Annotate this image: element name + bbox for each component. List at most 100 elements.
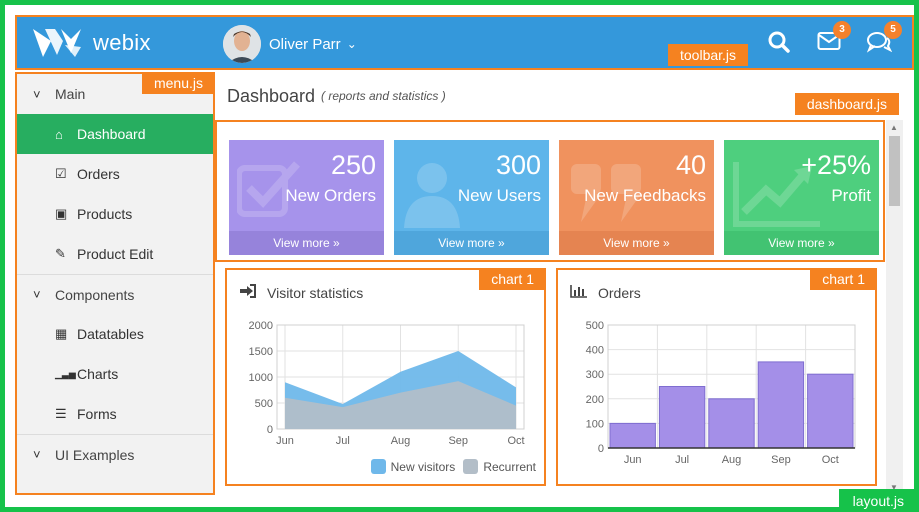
x-tick-label: Oct	[822, 454, 839, 466]
cube-icon: ▣	[55, 206, 68, 221]
legend-swatch	[463, 459, 479, 474]
layout-tag: layout.js	[838, 489, 914, 512]
sidebar-item-label: Charts	[77, 366, 119, 382]
y-tick-label: 300	[586, 369, 604, 381]
y-tick-label: 500	[255, 398, 273, 410]
y-tick-label: 1000	[249, 372, 273, 384]
chevron-down-icon: ˅	[33, 86, 41, 102]
sidebar-item-forms[interactable]: ☰ Forms	[17, 394, 213, 434]
scrollbar-thumb[interactable]	[889, 136, 900, 206]
sidebar-item-label: Components	[55, 286, 135, 303]
page-header: Dashboard ( reports and statistics ) das…	[215, 72, 914, 120]
logo[interactable]: webix	[31, 25, 151, 61]
table-icon: ▦	[55, 326, 68, 341]
toolbar: webix Oliver Parr ⌄ 3 5 toolbar.js	[15, 15, 914, 70]
view-more-link[interactable]: View more »	[394, 231, 549, 255]
scroll-up-icon[interactable]: ▲	[890, 123, 898, 132]
messages-button[interactable]: 5	[866, 21, 902, 58]
tile-value: +25%	[801, 150, 871, 180]
bar-jun	[609, 422, 656, 449]
bar-jul	[658, 386, 706, 449]
x-tick-label: Jul	[675, 454, 689, 466]
sidebar-item-components[interactable]: ˅ Components	[17, 274, 213, 314]
user-name: Oliver Parr	[269, 35, 341, 53]
y-tick-label: 100	[586, 418, 604, 430]
sidebar-item-label: Products	[77, 206, 133, 222]
sidebar-item-products[interactable]: ▣ Products	[17, 194, 213, 234]
visitor-statistics-panel: Visitor statistics chart 1 0 500 1000 1500 2…	[225, 268, 546, 486]
home-icon: ⌂	[55, 126, 63, 142]
view-more-link[interactable]: View more »	[724, 231, 879, 255]
y-tick-label: 0	[267, 424, 273, 436]
chevron-down-icon: ˅	[33, 287, 41, 302]
legend-label: Recurrent	[483, 459, 536, 474]
page-title: Dashboard	[227, 86, 316, 106]
edit-icon: ✎	[55, 246, 66, 261]
sidebar-item-dashboard[interactable]: ⌂ Dashboard	[17, 114, 213, 154]
stat-tile: 250 New Orders View more »	[229, 140, 384, 255]
y-tick-label: 2000	[249, 320, 273, 332]
form-icon: ☰	[55, 406, 67, 421]
view-more-link[interactable]: View more »	[559, 231, 714, 255]
sidebar-item-label: Main	[55, 86, 86, 102]
search-icon[interactable]	[768, 31, 790, 58]
stat-tile: 40 New Feedbacks View more »	[559, 140, 714, 255]
tile-label: New Users	[457, 186, 541, 205]
bar-aug	[708, 398, 755, 449]
sidebar-item-label: Product Edit	[77, 246, 154, 262]
x-tick-label: Aug	[722, 454, 742, 466]
tile-value: 300	[495, 150, 541, 180]
chart-legend: New visitors Recurrent	[363, 459, 536, 474]
tile-label: New Orders	[285, 186, 376, 205]
x-tick-label: Oct	[507, 435, 524, 447]
tile-label: New Feedbacks	[584, 186, 706, 205]
x-tick-label: Jul	[336, 435, 350, 447]
sidebar-item-datatables[interactable]: ▦ Datatables	[17, 314, 213, 354]
orders-bar-chart: 0 100 200 300 400 500 Jun Jul Aug Sep Oct	[586, 320, 856, 466]
bar-oct	[807, 373, 854, 449]
sidebar-item-label: Forms	[77, 406, 117, 422]
y-tick-label: 500	[586, 320, 604, 332]
view-more-link[interactable]: View more »	[229, 231, 384, 255]
tile-value: 40	[675, 150, 706, 180]
check-square-icon: ☑	[55, 166, 67, 181]
x-tick-label: Jun	[624, 454, 642, 466]
user-menu[interactable]: Oliver Parr ⌄	[223, 25, 357, 63]
dashboard-tiles: 250 New Orders View more » 300 New Users View…	[215, 120, 885, 262]
page-subtitle: ( reports and statistics )	[321, 89, 446, 103]
sidebar-item-product-edit[interactable]: ✎ Product Edit	[17, 234, 213, 274]
sidebar-item-label: Orders	[77, 166, 120, 182]
y-tick-label: 1500	[249, 346, 273, 358]
menu-tag: menu.js	[141, 72, 215, 94]
orders-panel: Orders chart 1 0 100 200 300 400 500 Jun Jul Aug…	[556, 268, 877, 486]
mail-badge: 3	[833, 21, 851, 39]
tile-value: 250	[330, 150, 376, 180]
webix-logo-icon	[33, 29, 81, 57]
sidebar-item-label: Dashboard	[77, 126, 146, 142]
x-tick-label: Aug	[391, 435, 411, 447]
chat-badge: 5	[884, 21, 902, 39]
legend-swatch	[370, 459, 386, 474]
bar-sep	[757, 361, 805, 449]
x-tick-label: Jun	[276, 435, 294, 447]
stat-tile: +25% Profit View more »	[724, 140, 879, 255]
toolbar-tag: toolbar.js	[668, 44, 749, 66]
y-tick-label: 200	[586, 394, 604, 406]
sidebar-item-charts[interactable]: ▁▃▅ Charts	[17, 354, 213, 394]
y-tick-label: 400	[586, 345, 604, 357]
sidebar-menu: ˅ Main ⌂ Dashboard ☑ Orders ▣ Products ✎ Product …	[15, 72, 215, 495]
bar-chart-icon: ▁▃▅	[55, 368, 76, 379]
sidebar-item-ui-examples[interactable]: ˅ UI Examples	[17, 434, 213, 474]
scrollbar[interactable]: ▲ ▼	[886, 120, 903, 495]
y-tick-label: 0	[598, 443, 604, 455]
chevron-down-icon: ⌄	[346, 37, 357, 51]
chevron-down-icon: ˅	[33, 447, 41, 462]
legend-label: New visitors	[390, 459, 456, 474]
sidebar-item-orders[interactable]: ☑ Orders	[17, 154, 213, 194]
mail-button[interactable]: 3	[817, 21, 851, 56]
tile-label: Profit	[831, 186, 871, 205]
visitor-area-chart: 0 500 1000 1500 2000 Jun Jul Aug Sep Oct	[249, 320, 525, 447]
x-tick-label: Sep	[448, 435, 468, 447]
avatar	[223, 25, 261, 63]
sidebar-item-label: Datatables	[77, 326, 144, 342]
